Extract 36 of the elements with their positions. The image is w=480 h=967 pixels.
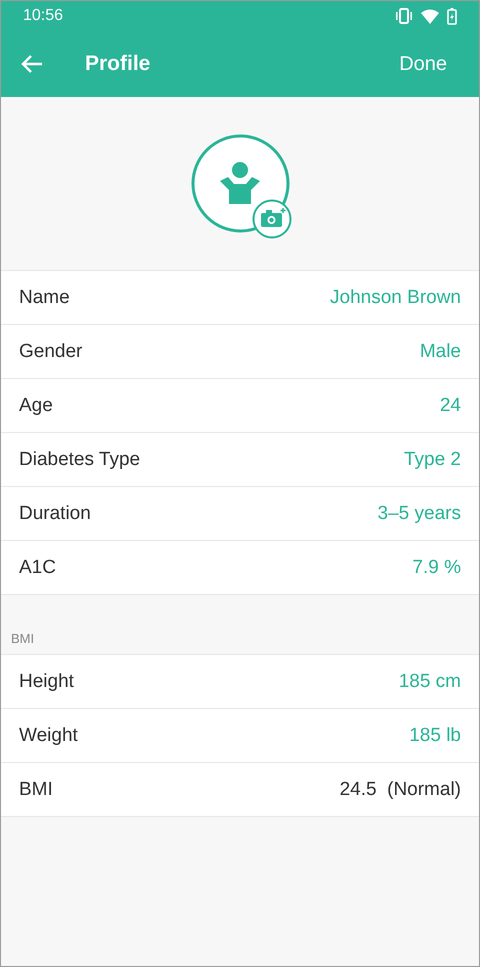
row-value: Johnson Brown — [330, 286, 461, 308]
row-label: Duration — [19, 502, 91, 524]
back-arrow-icon — [21, 54, 43, 74]
profile-row[interactable]: Duration 3–5 years — [1, 487, 479, 541]
section-header: BMI — [10, 630, 36, 648]
status-time: 10:56 — [23, 7, 64, 25]
back-button[interactable] — [21, 54, 43, 74]
profile-row[interactable]: Gender Male — [1, 325, 479, 379]
row-label: A1C — [19, 556, 56, 578]
page-title: Profile — [85, 52, 152, 76]
row-value: 3–5 years — [378, 502, 461, 524]
row-label: Weight — [19, 724, 78, 746]
battery-icon — [447, 8, 457, 24]
vibrate-icon — [395, 8, 413, 24]
profile-row[interactable]: Height 185 cm — [1, 655, 479, 709]
profile-row[interactable]: Age 24 — [1, 379, 479, 433]
profile-row[interactable]: BMI 24.5 (Normal) — [1, 763, 479, 817]
row-value: 185 lb — [409, 724, 461, 746]
row-value: 24.5 (Normal) — [340, 778, 461, 800]
row-label: Name — [19, 286, 70, 308]
row-value: 185 cm — [398, 670, 461, 692]
profile-row[interactable]: Name Johnson Brown — [1, 271, 479, 325]
row-value: 7.9 % — [412, 556, 461, 578]
row-label: Height — [19, 670, 74, 692]
row-value: Male — [420, 340, 461, 362]
row-label: Gender — [19, 340, 82, 362]
profile-row[interactable]: Weight 185 lb — [1, 709, 479, 763]
row-value: Type 2 — [404, 448, 461, 470]
camera-icon[interactable] — [252, 199, 292, 239]
row-label: Diabetes Type — [19, 448, 140, 470]
profile-row[interactable]: Diabetes Type Type 2 — [1, 433, 479, 487]
row-value: 24 — [440, 394, 461, 416]
profile-row[interactable]: A1C 7.9 % — [1, 541, 479, 595]
row-label: BMI — [19, 778, 53, 800]
row-label: Age — [19, 394, 53, 416]
wifi-icon — [421, 8, 439, 24]
